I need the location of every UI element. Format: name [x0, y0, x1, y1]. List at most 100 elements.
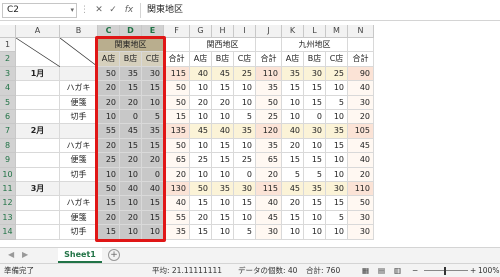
normal-view-icon[interactable]: ▦ [362, 264, 369, 277]
region-header[interactable]: 関西地区 [190, 38, 256, 53]
store-header[interactable]: B店 [120, 52, 142, 67]
store-header[interactable]: C店 [234, 52, 256, 67]
product-label[interactable]: 切手 [60, 167, 98, 182]
data-cell[interactable]: 0 [142, 167, 164, 182]
data-cell[interactable]: 5 [142, 110, 164, 125]
data-cell[interactable]: 10 [212, 225, 234, 240]
data-cell[interactable]: 15 [282, 210, 304, 226]
select-all-corner[interactable] [0, 25, 16, 38]
data-cell[interactable]: 35 [120, 66, 142, 82]
data-cell[interactable]: 15 [190, 196, 212, 211]
store-header[interactable]: 合計 [164, 52, 190, 67]
data-cell[interactable]: 10 [234, 95, 256, 110]
data-cell[interactable]: 10 [190, 167, 212, 182]
data-cell[interactable]: 15 [142, 81, 164, 96]
data-cell[interactable]: 10 [304, 138, 326, 154]
data-cell[interactable]: 10 [282, 95, 304, 110]
total-cell[interactable]: 30 [256, 225, 282, 240]
total-cell[interactable]: 120 [256, 124, 282, 139]
row-header-7[interactable]: 7 [0, 124, 16, 139]
total-cell[interactable]: 50 [164, 81, 190, 96]
column-header-a[interactable]: A [16, 25, 60, 38]
data-cell[interactable]: 35 [326, 124, 348, 139]
data-cell[interactable]: 15 [142, 138, 164, 154]
data-cell[interactable]: 20 [282, 138, 304, 154]
data-cell[interactable]: 15 [142, 196, 164, 211]
data-cell[interactable]: 10 [326, 153, 348, 168]
data-cell[interactable]: 15 [98, 196, 120, 211]
data-cell[interactable]: 40 [190, 66, 212, 82]
data-cell[interactable]: 20 [98, 81, 120, 96]
row-header-6[interactable]: 6 [0, 110, 16, 125]
total-cell[interactable]: 35 [256, 81, 282, 96]
data-cell[interactable]: 15 [326, 196, 348, 211]
total-cell[interactable]: 40 [256, 196, 282, 211]
data-cell[interactable]: 15 [326, 138, 348, 154]
product-label[interactable]: 便箋 [60, 153, 98, 168]
cell-a-blank[interactable] [16, 95, 60, 110]
column-header-f[interactable]: F [164, 25, 190, 38]
column-header-j[interactable]: J [256, 25, 282, 38]
total-cell[interactable]: 45 [256, 210, 282, 226]
data-cell[interactable]: 30 [142, 66, 164, 82]
row-header-13[interactable]: 13 [0, 210, 16, 226]
row-header-8[interactable]: 8 [0, 138, 16, 154]
data-cell[interactable]: 50 [190, 182, 212, 197]
data-cell[interactable]: 25 [190, 153, 212, 168]
data-cell[interactable]: 10 [212, 110, 234, 125]
total-cell[interactable]: 25 [256, 110, 282, 125]
cell-a-blank[interactable] [16, 167, 60, 182]
zoom-in-icon[interactable]: + [470, 264, 476, 277]
row-header-9[interactable]: 9 [0, 153, 16, 168]
data-cell[interactable]: 20 [282, 196, 304, 211]
total-cell[interactable]: 65 [164, 153, 190, 168]
data-cell[interactable]: 10 [142, 95, 164, 110]
data-cell[interactable]: 15 [212, 138, 234, 154]
row-header-4[interactable]: 4 [0, 81, 16, 96]
data-cell[interactable]: 0 [234, 167, 256, 182]
total-cell[interactable]: 45 [348, 138, 374, 154]
data-cell[interactable]: 15 [190, 225, 212, 240]
data-cell[interactable]: 35 [282, 66, 304, 82]
name-box[interactable]: C2 ▾ [2, 3, 77, 18]
data-cell[interactable]: 15 [304, 81, 326, 96]
data-cell[interactable]: 0 [304, 110, 326, 125]
data-cell[interactable]: 15 [212, 210, 234, 226]
data-cell[interactable]: 5 [326, 95, 348, 110]
data-cell[interactable]: 20 [190, 210, 212, 226]
total-cell[interactable]: 20 [164, 167, 190, 182]
data-cell[interactable]: 5 [304, 167, 326, 182]
data-cell[interactable]: 5 [234, 110, 256, 125]
data-cell[interactable]: 10 [142, 225, 164, 240]
total-cell[interactable]: 130 [164, 182, 190, 197]
data-cell[interactable]: 10 [326, 225, 348, 240]
column-header-i[interactable]: I [234, 25, 256, 38]
total-cell[interactable]: 110 [256, 66, 282, 82]
store-header[interactable]: A店 [98, 52, 120, 67]
data-cell[interactable]: 15 [142, 210, 164, 226]
column-header-c[interactable]: C [98, 25, 120, 38]
data-cell[interactable]: 30 [304, 124, 326, 139]
month-label[interactable]: 1月 [16, 66, 60, 82]
cell-b-blank[interactable] [60, 66, 98, 82]
column-header-b[interactable]: B [60, 25, 98, 38]
total-cell[interactable]: 20 [348, 110, 374, 125]
data-cell[interactable]: 40 [120, 182, 142, 197]
data-cell[interactable]: 25 [234, 153, 256, 168]
data-cell[interactable]: 10 [190, 110, 212, 125]
data-cell[interactable]: 15 [282, 81, 304, 96]
cell-b-blank[interactable] [60, 182, 98, 197]
total-cell[interactable]: 30 [348, 210, 374, 226]
insert-function-icon[interactable]: fx [122, 3, 136, 18]
add-sheet-icon[interactable]: + [108, 249, 120, 261]
data-cell[interactable]: 30 [234, 182, 256, 197]
data-cell[interactable]: 30 [326, 182, 348, 197]
total-cell[interactable]: 65 [256, 153, 282, 168]
data-cell[interactable]: 15 [212, 153, 234, 168]
data-cell[interactable]: 10 [190, 138, 212, 154]
month-label[interactable]: 2月 [16, 124, 60, 139]
data-cell[interactable]: 20 [120, 210, 142, 226]
data-cell[interactable]: 45 [282, 182, 304, 197]
total-cell[interactable]: 135 [164, 124, 190, 139]
data-cell[interactable]: 10 [190, 81, 212, 96]
